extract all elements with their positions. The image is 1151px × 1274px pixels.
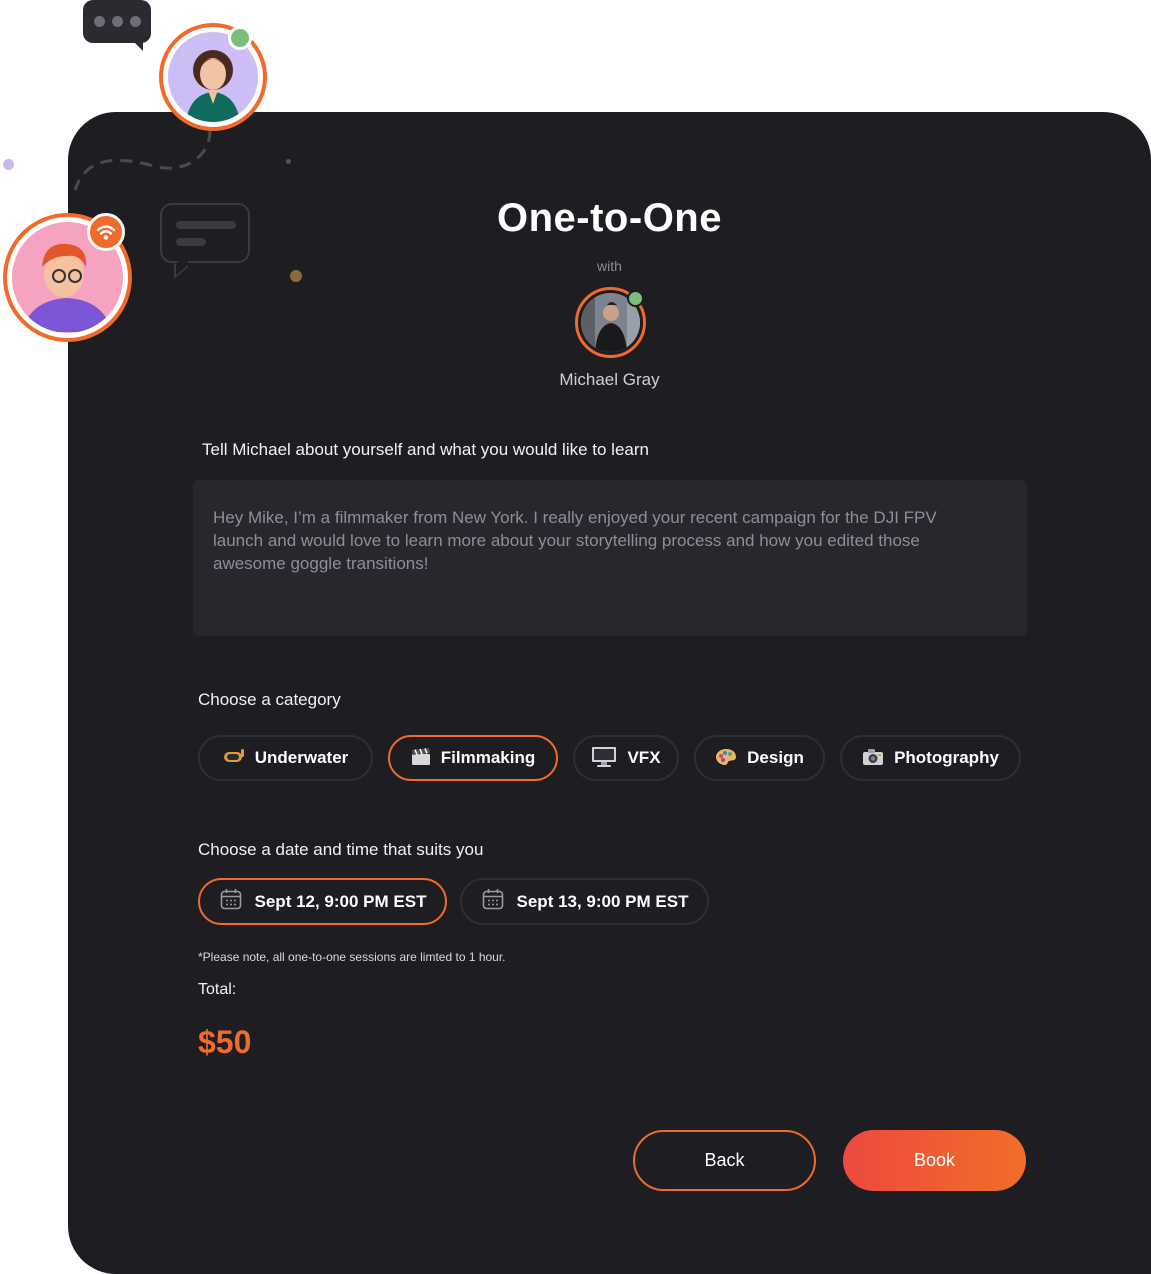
chip-label: Filmmaking <box>440 748 536 767</box>
decor-dot <box>3 159 14 170</box>
message-textarea[interactable]: Hey Mike, I’m a filmmaker from New York.… <box>193 480 1027 636</box>
back-button[interactable]: Back <box>633 1130 816 1191</box>
category-chip-design[interactable]: Design <box>694 735 825 781</box>
total-label: Total: <box>198 981 237 998</box>
monitor-icon <box>591 746 617 771</box>
schedule-label: Choose a date and time that suits you <box>198 840 484 859</box>
page-title: One-to-One <box>497 196 722 240</box>
category-chip-vfx[interactable]: VFX <box>573 735 679 781</box>
category-chip-filmmaking[interactable]: Filmmaking <box>388 735 558 781</box>
message-text: Hey Mike, I’m a filmmaker from New York.… <box>213 508 937 573</box>
calendar-icon <box>219 887 243 916</box>
palette-icon <box>715 748 737 769</box>
total-price: $50 <box>198 1024 252 1060</box>
chip-label: VFX <box>627 748 661 767</box>
host-online-status-icon <box>627 290 644 307</box>
decor-dot <box>286 159 291 164</box>
with-label: with <box>597 258 622 274</box>
date-option-sept-12[interactable]: Sept 12, 9:00 PM EST <box>198 878 447 925</box>
date-option-label: Sept 12, 9:00 PM EST <box>254 891 427 911</box>
chip-label: Photography <box>894 748 999 767</box>
clapperboard-icon <box>411 747 431 769</box>
category-label: Choose a category <box>198 690 341 709</box>
online-status-icon <box>228 26 252 50</box>
session-note: *Please note, all one-to-one sessions ar… <box>198 950 506 964</box>
typing-bubble-icon <box>83 0 151 51</box>
date-option-label: Sept 13, 9:00 PM EST <box>516 891 689 911</box>
category-chip-underwater[interactable]: Underwater <box>198 735 373 781</box>
diving-mask-icon <box>223 748 245 768</box>
book-button[interactable]: Book <box>843 1130 1026 1191</box>
message-prompt: Tell Michael about yourself and what you… <box>202 440 649 459</box>
chip-label: Design <box>747 748 804 767</box>
category-chip-photography[interactable]: Photography <box>840 735 1021 781</box>
date-option-sept-13[interactable]: Sept 13, 9:00 PM EST <box>460 878 709 925</box>
chip-label: Underwater <box>254 748 349 767</box>
calendar-icon <box>481 887 505 916</box>
camera-icon <box>862 748 884 769</box>
host-name: Michael Gray <box>559 370 660 389</box>
